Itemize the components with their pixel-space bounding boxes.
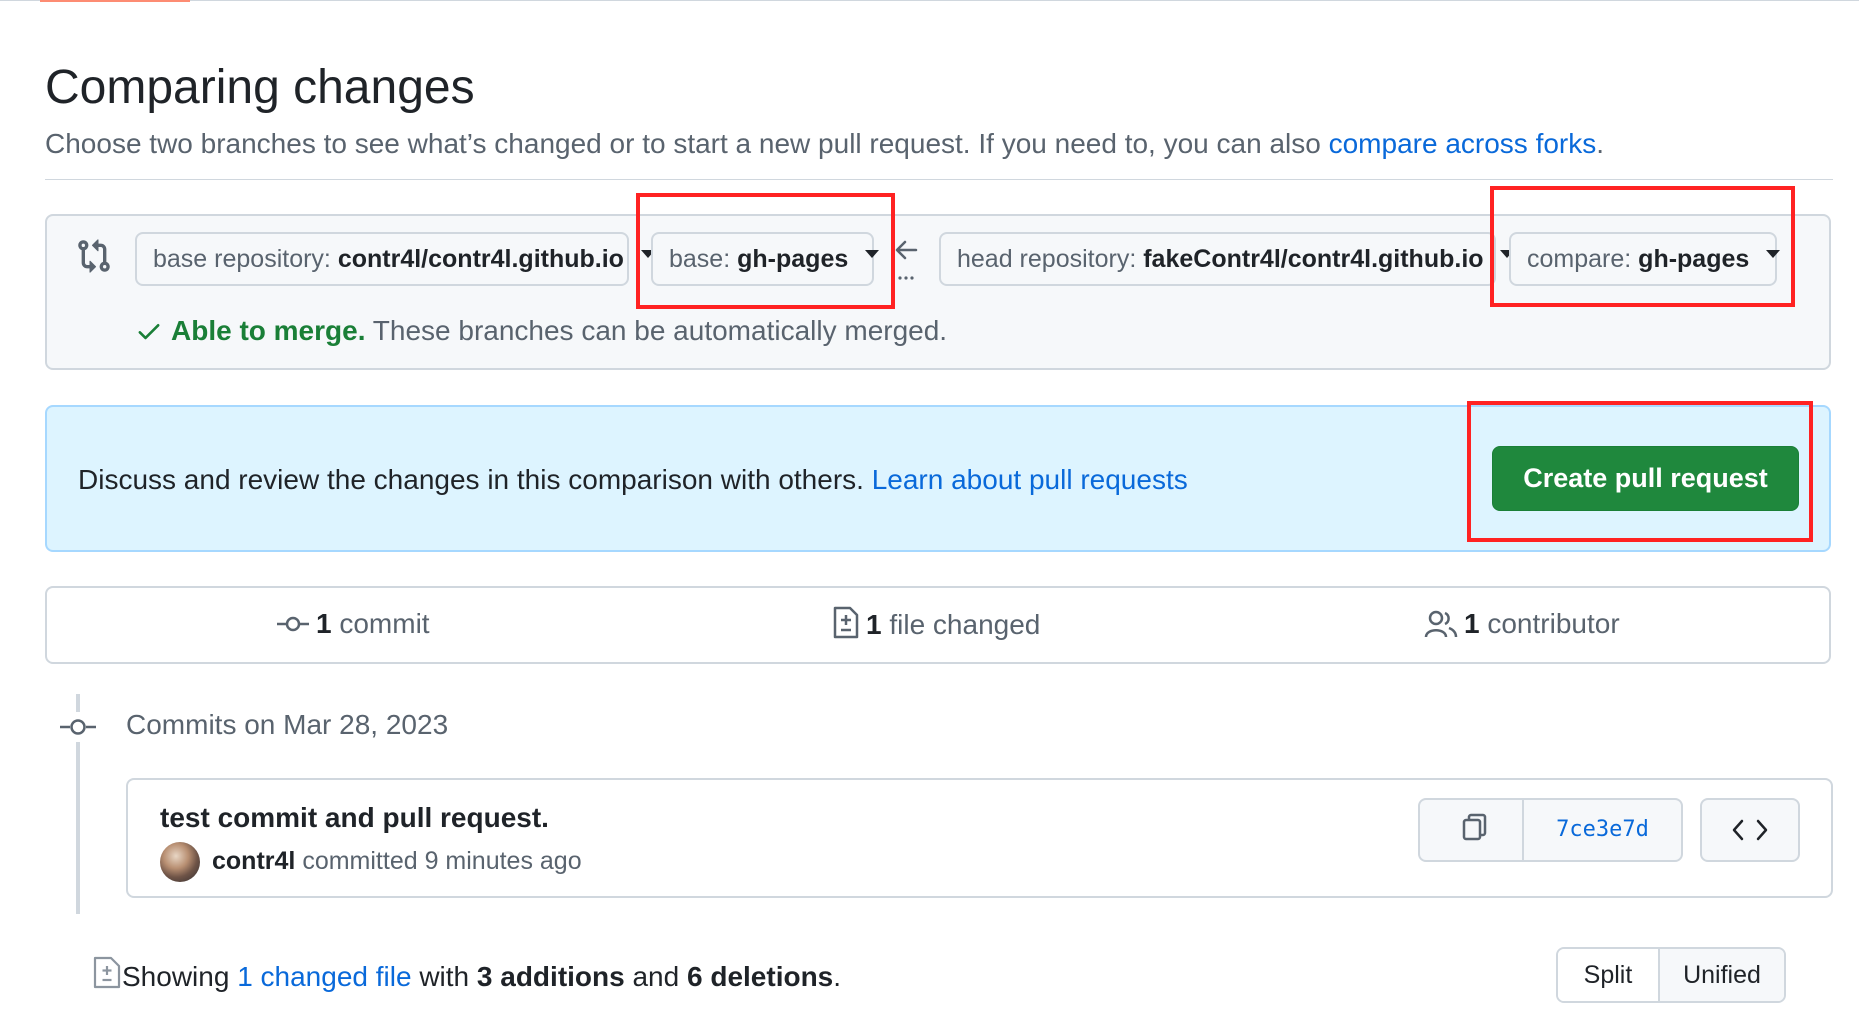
additions-count: 3 additions xyxy=(476,961,625,992)
code-icon xyxy=(1732,819,1768,841)
compare-branch-select[interactable]: compare: gh-pages xyxy=(1509,232,1781,286)
browse-code-button[interactable] xyxy=(1700,798,1800,862)
commits-label: commit xyxy=(339,608,430,639)
files-prefix: Showing xyxy=(122,961,230,992)
base-branch-label: base: xyxy=(669,245,731,273)
files-summary: Showing 1 changed file with 3 additions … xyxy=(92,956,841,995)
commits-date-heading: Commits on Mar 28, 2023 xyxy=(126,709,449,740)
head-repository-value: fakeContr4l/contr4l.github.io xyxy=(1143,245,1484,273)
files-suffix: . xyxy=(833,961,842,992)
base-branch-value: gh-pages xyxy=(737,245,849,273)
top-divider xyxy=(0,0,1859,1)
git-commit-icon xyxy=(58,712,98,742)
diff-view-toggle: Split Unified xyxy=(1556,947,1786,1003)
git-commit-icon xyxy=(277,616,309,632)
compare-branch-value: gh-pages xyxy=(1638,245,1750,273)
page-title: Comparing changes xyxy=(45,61,475,114)
head-repository-label: head repository: xyxy=(957,245,1137,273)
compare-across-forks-link[interactable]: compare across forks xyxy=(1329,128,1597,159)
header-divider xyxy=(45,179,1833,180)
page-subtitle: Choose two branches to see what’s change… xyxy=(45,126,1604,162)
deletions-count: 6 deletions xyxy=(686,961,834,992)
base-repository-select[interactable]: base repository: contr4l/contr4l.github.… xyxy=(135,232,655,286)
chevron-down-icon xyxy=(1766,250,1781,259)
files-changed-tab[interactable]: 1 file changed xyxy=(832,606,1040,643)
discuss-text: Discuss and review the changes in this c… xyxy=(78,464,864,495)
copy-sha-button[interactable] xyxy=(1420,800,1524,860)
contributors-tab[interactable]: 1 contributor xyxy=(1424,606,1620,642)
subtitle-suffix: . xyxy=(1596,128,1605,159)
unified-view-button[interactable]: Unified xyxy=(1660,949,1784,1001)
head-repository-select[interactable]: head repository: fakeContr4l/contr4l.git… xyxy=(939,232,1515,286)
discuss-message: Discuss and review the changes in this c… xyxy=(78,462,1188,498)
commit-sha-link[interactable]: 7ce3e7d xyxy=(1524,800,1681,860)
commits-tab[interactable]: 1 commit xyxy=(276,606,430,642)
file-diff-icon xyxy=(93,956,121,989)
contributors-count: 1 xyxy=(1464,608,1480,639)
commits-count: 1 xyxy=(316,608,332,639)
file-diff-icon xyxy=(833,606,859,639)
contributors-label: contributor xyxy=(1487,608,1620,639)
check-icon xyxy=(138,324,160,340)
compare-branch-label: compare: xyxy=(1527,245,1632,273)
base-branch-select[interactable]: base: gh-pages xyxy=(651,232,880,286)
base-repository-value: contr4l/contr4l.github.io xyxy=(337,245,624,273)
commit-message-link[interactable]: test commit and pull request. xyxy=(160,800,549,836)
files-label: file changed xyxy=(889,609,1041,640)
split-view-button[interactable]: Split xyxy=(1558,949,1660,1001)
base-repository-label: base repository: xyxy=(153,245,331,273)
commit-time: committed 9 minutes ago xyxy=(302,847,582,875)
learn-about-pull-requests-link[interactable]: Learn about pull requests xyxy=(872,464,1188,495)
create-pull-request-button[interactable]: Create pull request xyxy=(1492,446,1799,511)
files-count: 1 xyxy=(866,609,882,640)
people-icon xyxy=(1424,610,1458,638)
merge-status-label: Able to merge. xyxy=(171,315,366,346)
subtitle-text: Choose two branches to see what’s change… xyxy=(45,128,1321,159)
files-with: with xyxy=(419,961,470,992)
commit-meta: contr4l committed 9 minutes ago xyxy=(212,844,582,878)
avatar[interactable] xyxy=(160,842,200,882)
copy-icon xyxy=(1462,813,1487,841)
chevron-down-icon xyxy=(865,250,880,259)
commit-author-link[interactable]: contr4l xyxy=(212,847,295,875)
active-tab-indicator xyxy=(40,0,190,2)
merge-status-detail: These branches can be automatically merg… xyxy=(372,315,948,346)
git-compare-icon xyxy=(78,239,110,273)
merge-status: Able to merge. These branches can be aut… xyxy=(135,313,947,349)
files-and: and xyxy=(632,961,680,992)
changed-files-link[interactable]: 1 changed file xyxy=(237,961,411,992)
arrow-left-icon xyxy=(895,240,918,280)
